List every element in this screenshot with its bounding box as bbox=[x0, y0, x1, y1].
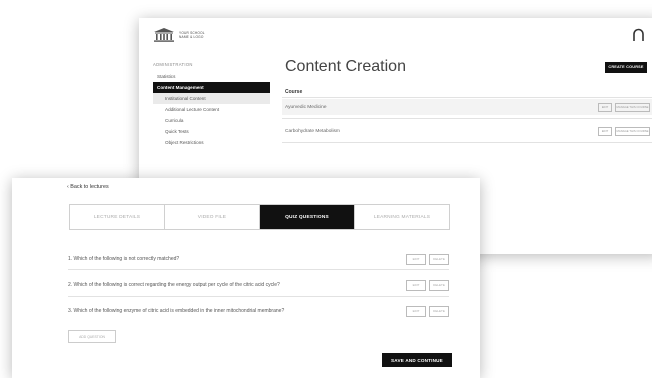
sidebar-item-quick-tests[interactable]: Quick Tests bbox=[153, 126, 270, 137]
school-name: YOUR SCHOOL NAME & LOGO bbox=[179, 31, 205, 39]
edit-question-button[interactable]: EDIT bbox=[406, 253, 426, 265]
edit-question-button[interactable]: EDIT bbox=[406, 305, 426, 317]
question-row: 2. Which of the following is correct reg… bbox=[68, 278, 449, 292]
tab-lecture-details[interactable]: LECTURE DETAILS bbox=[70, 205, 164, 229]
delete-question-button[interactable]: DELETE bbox=[429, 305, 449, 317]
create-course-button[interactable]: CREATE COURSE bbox=[605, 62, 647, 73]
user-profile-icon[interactable] bbox=[633, 28, 644, 42]
question-text: 3. Which of the following enzyme of citr… bbox=[68, 308, 285, 314]
question-text: 1. Which of the following is not correct… bbox=[68, 256, 180, 262]
row-divider bbox=[282, 142, 652, 143]
tab-quiz-questions[interactable]: QUIZ QUESTIONS bbox=[259, 205, 354, 229]
admin-sidebar: ADMINISTRATION Statistics Content Manage… bbox=[153, 62, 270, 148]
page-title: Content Creation bbox=[285, 58, 406, 75]
tab-learning-materials[interactable]: LEARNING MATERIALS bbox=[354, 205, 449, 229]
manage-course-button[interactable]: MANAGE THIS COURSE bbox=[615, 102, 650, 112]
course-row[interactable]: Ayurvedic Medicine EDIT MANAGE THIS COUR… bbox=[282, 99, 652, 115]
course-row[interactable]: Carbohydrate Metabolism EDIT MANAGE THIS… bbox=[282, 123, 652, 139]
question-row: 1. Which of the following is not correct… bbox=[68, 252, 449, 266]
course-name: Carbohydrate Metabolism bbox=[285, 128, 340, 134]
chevron-left-icon: ‹ bbox=[67, 184, 69, 190]
question-text: 2. Which of the following is correct reg… bbox=[68, 282, 280, 288]
tab-video-file[interactable]: VIDEO FILE bbox=[164, 205, 259, 229]
lecture-editor-window: ‹ Back to lectures LECTURE DETAILS VIDEO… bbox=[12, 178, 480, 378]
sidebar-item-content-management[interactable]: Content Management bbox=[153, 82, 270, 93]
delete-question-button[interactable]: DELETE bbox=[429, 279, 449, 291]
add-question-button[interactable]: ADD QUESTION bbox=[68, 330, 116, 343]
building-icon bbox=[153, 28, 175, 42]
question-row: 3. Which of the following enzyme of citr… bbox=[68, 304, 449, 318]
sidebar-item-object-restrictions[interactable]: Object Restrictions bbox=[153, 137, 270, 148]
school-logo[interactable]: YOUR SCHOOL NAME & LOGO bbox=[153, 28, 205, 42]
course-name: Ayurvedic Medicine bbox=[285, 104, 327, 110]
sidebar-item-additional-lecture-content[interactable]: Additional Lecture Content bbox=[153, 104, 270, 115]
sidebar-item-curricula[interactable]: Curricula bbox=[153, 115, 270, 126]
sidebar-item-statistics[interactable]: Statistics bbox=[153, 71, 270, 82]
row-divider bbox=[282, 118, 652, 119]
sidebar-item-institutional-content[interactable]: Institutional Content bbox=[153, 93, 270, 104]
edit-course-button[interactable]: EDIT bbox=[598, 102, 612, 112]
delete-question-button[interactable]: DELETE bbox=[429, 253, 449, 265]
edit-question-button[interactable]: EDIT bbox=[406, 279, 426, 291]
back-to-lectures-link[interactable]: ‹ Back to lectures bbox=[67, 184, 109, 190]
row-divider bbox=[68, 269, 449, 270]
sidebar-heading: ADMINISTRATION bbox=[153, 62, 193, 67]
course-column-header: Course bbox=[285, 89, 303, 95]
edit-course-button[interactable]: EDIT bbox=[598, 126, 612, 136]
save-and-continue-button[interactable]: SAVE AND CONTINUE bbox=[382, 353, 452, 367]
header-divider bbox=[282, 97, 652, 98]
school-name-line-2: NAME & LOGO bbox=[179, 35, 204, 39]
back-link-label: Back to lectures bbox=[70, 184, 109, 190]
row-divider bbox=[68, 296, 449, 297]
manage-course-button[interactable]: MANAGE THIS COURSE bbox=[615, 126, 650, 136]
lecture-tabs: LECTURE DETAILS VIDEO FILE QUIZ QUESTION… bbox=[69, 204, 450, 230]
